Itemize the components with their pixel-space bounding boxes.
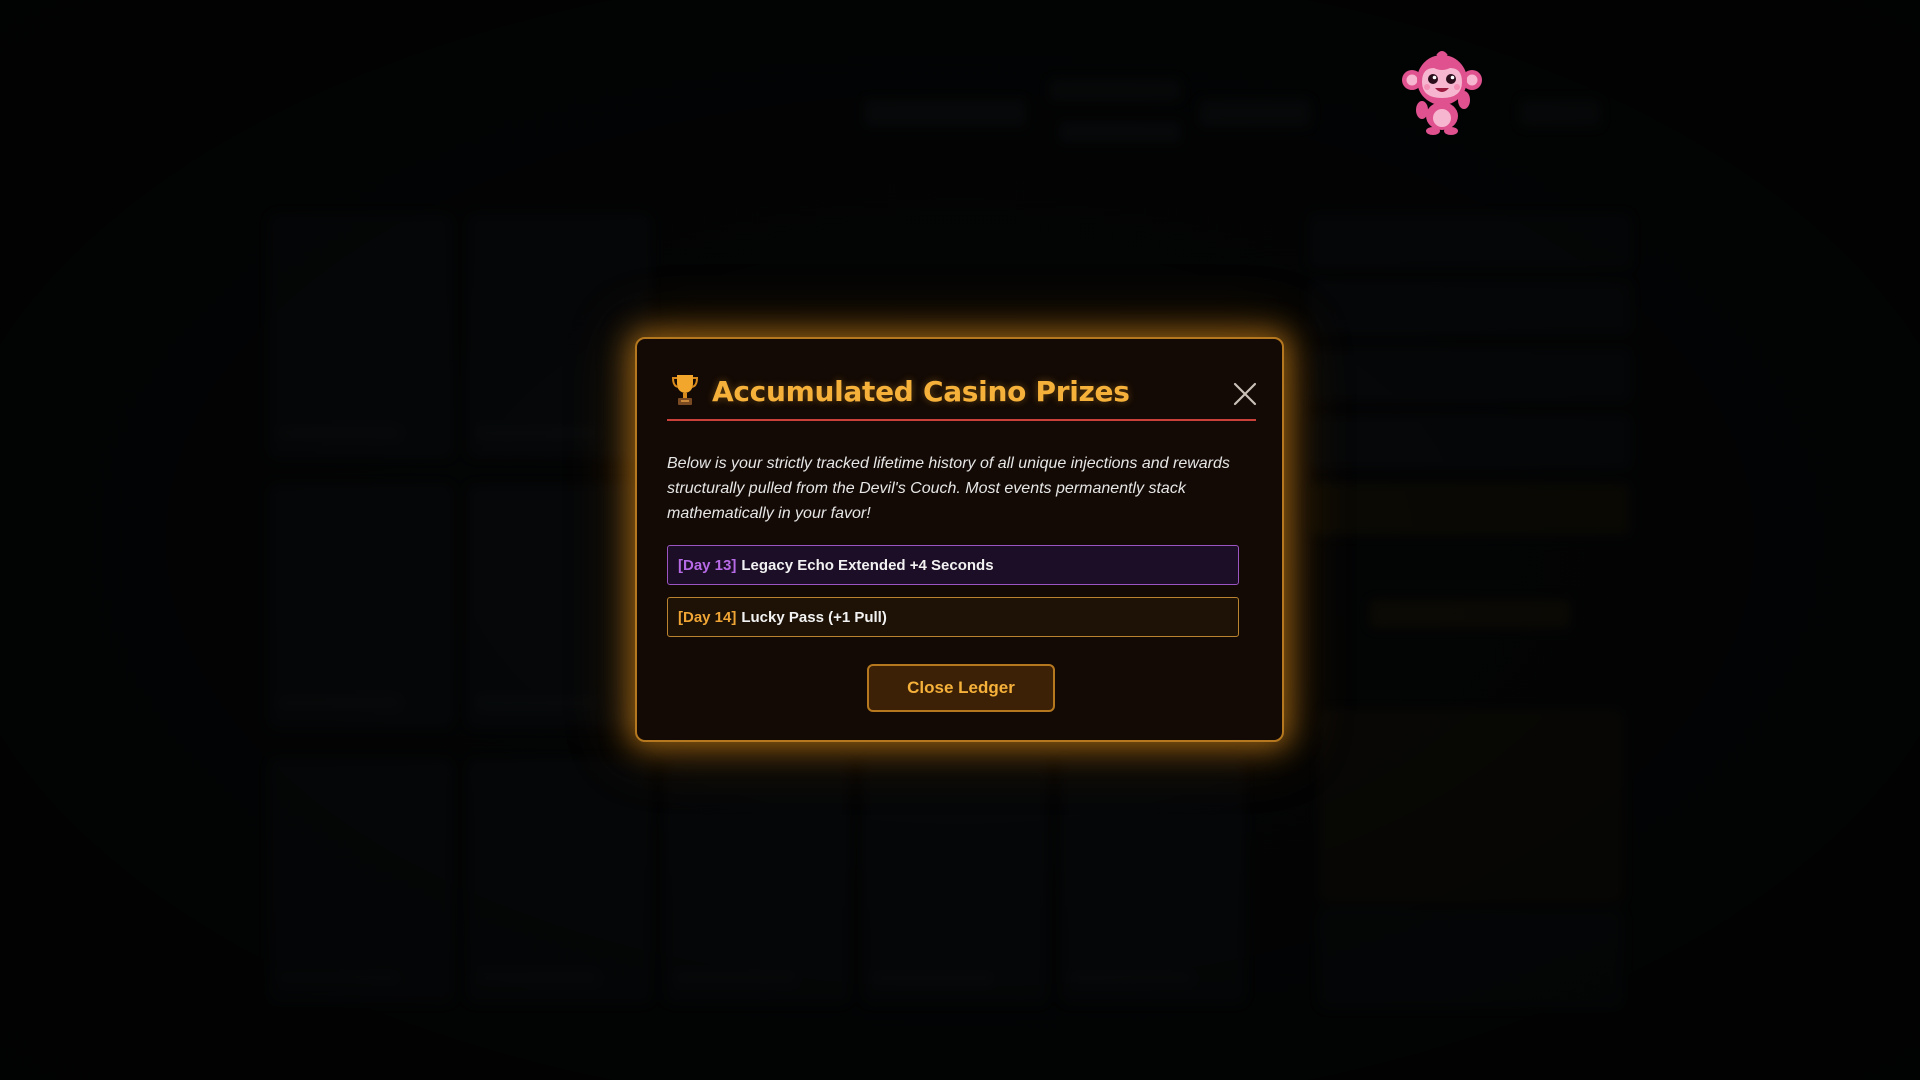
modal-header: Accumulated Casino Prizes xyxy=(667,369,1258,421)
prizes-modal: Accumulated Casino Prizes Below is your … xyxy=(635,337,1284,742)
ledger-day-tag: [Day 13] xyxy=(678,556,737,574)
ledger-item-text: Lucky Pass (+1 Pull) xyxy=(741,608,887,626)
ledger-item: [Day 14] Lucky Pass (+1 Pull) xyxy=(667,597,1239,637)
ledger-item: [Day 13] Legacy Echo Extended +4 Seconds xyxy=(667,545,1239,585)
monkey-mascot-icon xyxy=(1400,50,1484,136)
ledger-day-tag: [Day 14] xyxy=(678,608,737,626)
modal-description: Below is your strictly tracked lifetime … xyxy=(667,455,1230,522)
modal-title: Accumulated Casino Prizes xyxy=(712,375,1130,408)
close-ledger-button[interactable]: Close Ledger xyxy=(867,664,1055,712)
close-icon[interactable] xyxy=(1232,381,1258,407)
ledger-item-text: Legacy Echo Extended +4 Seconds xyxy=(741,556,994,574)
trophy-icon xyxy=(671,373,699,407)
